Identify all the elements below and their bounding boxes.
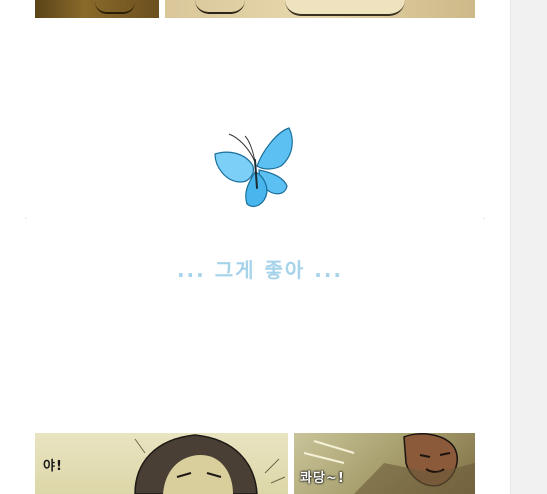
panel-ink xyxy=(95,2,135,14)
sfx-ya: 야! xyxy=(43,459,63,474)
scrollbar[interactable] xyxy=(510,0,547,494)
panel-ink xyxy=(285,0,405,16)
comic-panel-top-right xyxy=(165,0,475,18)
comic-panel-bottom-left: 야! xyxy=(35,433,288,494)
comic-page: ... 그게 좋아 ... 야! 콰당~! xyxy=(0,0,510,494)
panel-ink xyxy=(195,0,245,14)
girl-drawing xyxy=(134,434,286,494)
comic-panel-top-left xyxy=(35,0,159,18)
caption-text: ... 그게 좋아 ... xyxy=(176,258,344,282)
comic-panel-bottom-right: 콰당~! xyxy=(294,433,475,494)
viewer: ... 그게 좋아 ... 야! 콰당~! xyxy=(0,0,547,494)
divider-dot xyxy=(25,218,27,219)
butterfly-icon xyxy=(214,127,293,207)
sfx-kwadang: 콰당~! xyxy=(300,471,345,486)
divider-dot xyxy=(483,218,485,219)
